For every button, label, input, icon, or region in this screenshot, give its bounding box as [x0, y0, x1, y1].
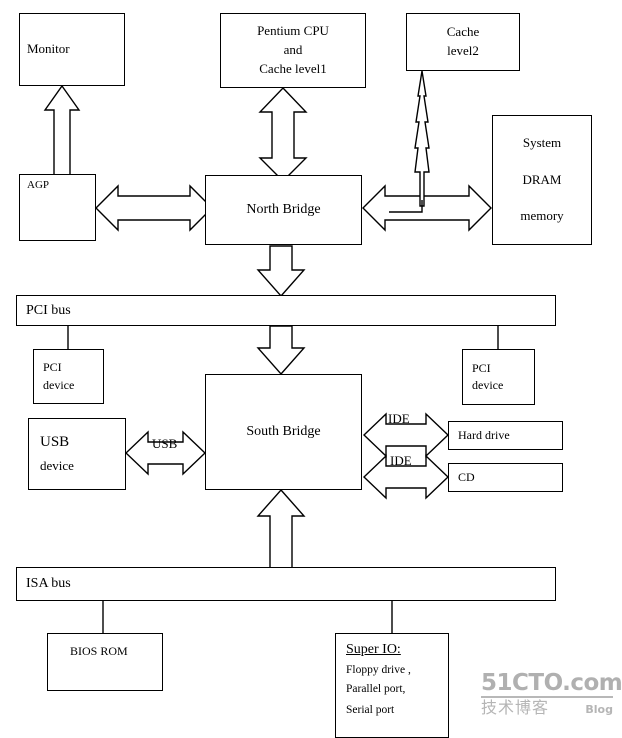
usb-device-line-1: USB: [40, 434, 70, 451]
watermark-main-text: 51CTO.com: [481, 670, 622, 698]
node-system-dram[interactable]: System DRAM memory: [492, 115, 592, 245]
dram-line-3: memory: [520, 208, 564, 224]
node-monitor[interactable]: Monitor: [19, 13, 125, 86]
cd-label: CD: [458, 469, 475, 484]
cpu-line-1: Pentium CPU: [257, 23, 329, 39]
super-io-title: Super IO:: [346, 642, 401, 657]
cpu-line-3: Cache level1: [259, 60, 327, 76]
cache-l2-line-1: Cache: [446, 24, 480, 40]
super-io-line-2: Parallel port,: [346, 682, 406, 695]
node-hard-drive[interactable]: Hard drive: [448, 421, 563, 450]
edge-label-usb: USB: [152, 436, 178, 451]
node-cd[interactable]: CD: [448, 463, 563, 492]
node-super-io[interactable]: Super IO: Floppy drive , Parallel port, …: [335, 633, 449, 738]
bios-rom-label: BIOS ROM: [70, 644, 128, 658]
dram-line-1: System: [522, 134, 562, 150]
node-agp[interactable]: AGP: [19, 174, 96, 241]
arrow-southbridge-isabus: [256, 488, 306, 569]
usb-device-line-2: device: [40, 457, 74, 473]
hard-drive-label: Hard drive: [458, 427, 510, 442]
arrow-agp-to-monitor: [43, 84, 81, 176]
south-bridge-label: South Bridge: [246, 423, 321, 439]
node-pci-bus[interactable]: PCI bus: [16, 295, 556, 326]
pci-device-left-line-2: device: [43, 377, 75, 392]
node-south-bridge[interactable]: South Bridge: [205, 374, 362, 490]
arrow-cache-l2-down: [414, 70, 430, 207]
super-io-line-1: Floppy drive ,: [346, 664, 411, 677]
arrow-northbridge-pcibus: [256, 245, 306, 298]
edge-label-ide-2: IDE: [390, 453, 412, 468]
monitor-label: Monitor: [27, 41, 70, 57]
node-pci-device-left[interactable]: PCI device: [33, 349, 104, 404]
arrow-agp-northbridge: [95, 184, 213, 232]
pci-device-right-line-2: device: [472, 378, 504, 392]
isa-bus-label: ISA bus: [26, 576, 71, 591]
pci-bus-label: PCI bus: [26, 303, 71, 318]
cpu-line-2: and: [283, 42, 303, 58]
pci-device-left-line-1: PCI: [43, 360, 62, 375]
agp-label: AGP: [27, 179, 50, 191]
cache-l2-line-2: level2: [447, 43, 479, 58]
node-north-bridge[interactable]: North Bridge: [205, 175, 362, 245]
dram-line-2: DRAM: [522, 171, 562, 187]
arrow-cpu-northbridge: [258, 86, 308, 182]
arrow-northbridge-dram: [362, 184, 492, 232]
watermark-blog-text: Blog: [585, 703, 613, 716]
node-bios-rom[interactable]: BIOS ROM: [47, 633, 163, 691]
pci-device-right-line-1: PCI: [472, 360, 491, 375]
north-bridge-label: North Bridge: [246, 201, 321, 217]
node-cache-level2[interactable]: Cache level2: [406, 13, 520, 71]
arrow-pcibus-southbridge: [256, 325, 306, 376]
node-pentium-cpu[interactable]: Pentium CPU and Cache level1: [220, 13, 366, 88]
watermark: 51CTO.com 技术博客 Blog: [481, 670, 622, 717]
node-isa-bus[interactable]: ISA bus: [16, 567, 556, 601]
node-usb-device[interactable]: USB device: [28, 418, 126, 490]
node-pci-device-right[interactable]: PCI device: [462, 349, 535, 405]
edge-label-ide-1: IDE: [388, 411, 410, 426]
watermark-chinese-text: 技术博客: [481, 698, 550, 717]
diagram-canvas: Monitor Pentium CPU and Cache level1 Cac…: [0, 0, 622, 738]
super-io-line-3: Serial port: [346, 703, 395, 716]
